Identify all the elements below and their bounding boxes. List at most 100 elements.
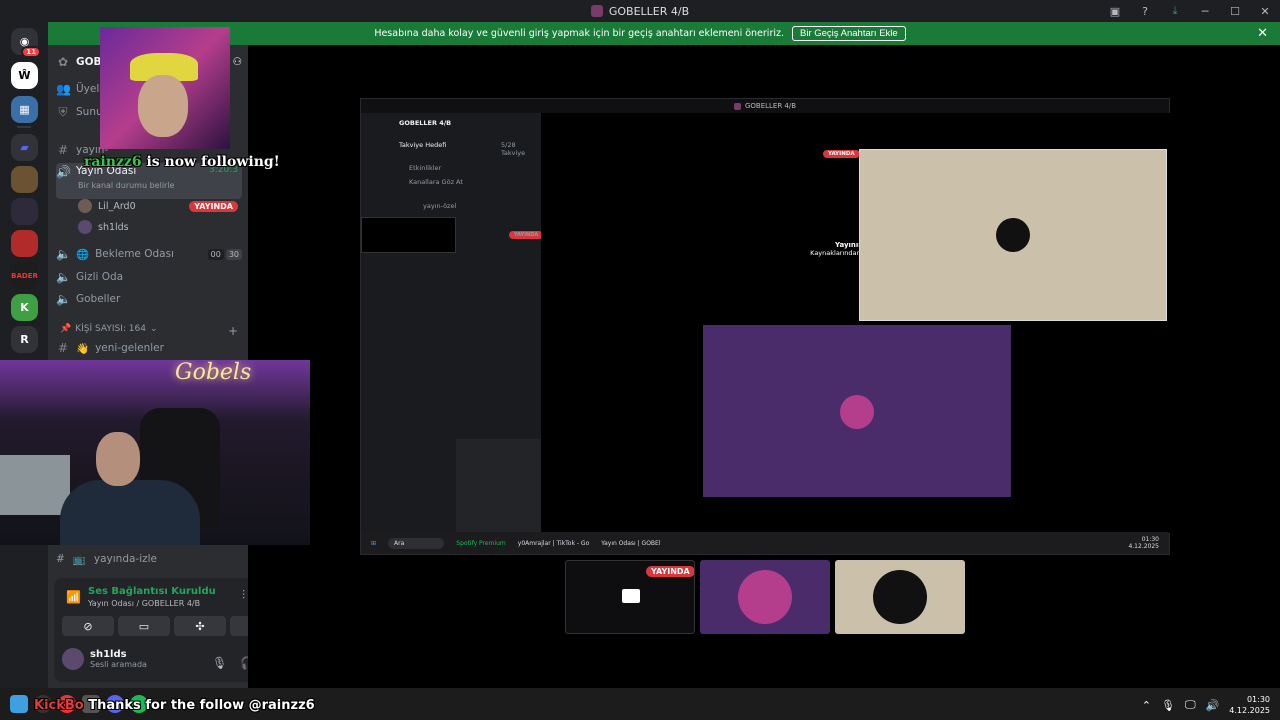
notice-message: Hesabına daha kolay ve güvenli giriş yap…	[374, 28, 784, 39]
locked-speaker-icon: 🔈	[56, 292, 71, 306]
users-icon: 👥	[56, 82, 71, 96]
server-icon	[733, 102, 741, 110]
channel-yeni-gelenler[interactable]: # 👋 yeni-gelenler	[56, 338, 242, 358]
server-folder[interactable]: ▦	[11, 96, 38, 123]
hash-icon: #	[57, 143, 69, 157]
pin-icon: 📌	[60, 324, 72, 334]
avatar	[78, 220, 92, 234]
noise-suppression-icon[interactable]: ⫶	[242, 588, 245, 603]
server-2[interactable]	[11, 166, 38, 193]
video-tile-2[interactable]	[703, 325, 1011, 497]
activities-button[interactable]: ✣	[174, 616, 226, 636]
signal-icon[interactable]: 📶	[66, 590, 81, 604]
thumbnail-screen[interactable]: YAYINDA	[565, 560, 695, 634]
folder-icon[interactable]: ▰	[11, 134, 38, 161]
voice-channel-gobeller[interactable]: 🔈 Gobeller	[56, 289, 242, 309]
shield-icon: ⛨	[58, 104, 68, 119]
kick-bot-label: KickBo	[34, 698, 84, 713]
avatar	[840, 395, 874, 429]
chevron-up-icon[interactable]: ⌃	[1142, 699, 1151, 712]
screen-share-icon[interactable]: ▣	[1100, 5, 1130, 18]
voice-room-label[interactable]: Yayın Odası / GOBELLER 4/B	[88, 599, 200, 608]
screen-share-button[interactable]: ▭	[118, 616, 170, 636]
username: sh1lds	[90, 649, 127, 660]
add-member-icon[interactable]: ⚇	[233, 56, 242, 68]
system-clock[interactable]: 01:30 4.12.2025	[1229, 694, 1270, 716]
user-panel[interactable]: sh1lds Sesli aramada	[62, 648, 147, 670]
mini-spotify: Spotify Premium	[456, 539, 506, 547]
server-r[interactable]: R	[11, 326, 38, 353]
close-button[interactable]: ✕	[1250, 5, 1280, 18]
user-limit-count: 30	[225, 248, 242, 260]
user-limit: 00 30	[207, 248, 242, 260]
notice-close-icon[interactable]: ✕	[1257, 26, 1268, 41]
neon-sign: Gobels	[175, 360, 252, 385]
avatar	[996, 218, 1030, 252]
mini-date: 4.12.2025	[1128, 543, 1159, 550]
avatar	[62, 648, 84, 670]
stream-thumbnails: YAYINDA	[565, 560, 965, 634]
help-icon[interactable]: ?	[1130, 5, 1160, 18]
dm-badge: 11	[21, 46, 41, 58]
server-5[interactable]: BADER	[11, 262, 38, 289]
video-tile-1[interactable]	[859, 149, 1167, 321]
add-channel-icon[interactable]: +	[228, 324, 238, 338]
webcam-overlay-room: Gobels	[0, 360, 310, 545]
locked-speaker-icon: 🔈	[56, 270, 71, 284]
server-gobeller[interactable]: Ŵ	[11, 62, 38, 89]
member-row[interactable]: sh1lds	[78, 218, 238, 236]
server-3[interactable]	[11, 198, 38, 225]
thumbnail-camera[interactable]	[700, 560, 830, 634]
avatar	[738, 570, 792, 624]
member-row[interactable]: Lil_Ard0 YAYINDA	[78, 197, 238, 215]
kick-label: Kick	[34, 698, 65, 713]
window-title: GOBELLER 4/B	[590, 4, 690, 18]
volume-icon[interactable]: 🔊	[1206, 699, 1220, 712]
mini-chrome: y0Amrajlar | TikTok - Go	[517, 539, 590, 547]
speaker-icon: 🔈	[56, 247, 71, 261]
voice-connected-label[interactable]: Ses Bağlantısı Kuruldu	[88, 586, 216, 597]
minimize-button[interactable]: ─	[1190, 5, 1220, 18]
channel-yayinda-izle[interactable]: # 📺 yayında-izle	[56, 553, 157, 566]
category-header[interactable]: 📌 KİŞİ SAYISI: 164 ⌄ +	[60, 324, 238, 338]
streamer-face	[138, 75, 188, 137]
mini-events: Etkinlikler	[409, 164, 442, 172]
mini-server-name: GOBELLER 4/B	[399, 119, 452, 127]
live-badge: YAYINDA	[646, 566, 694, 577]
download-icon[interactable]: ⤓	[1160, 4, 1190, 18]
globe-icon: 🌐	[76, 248, 90, 261]
mini-search: Ara	[388, 537, 445, 549]
member-name: Lil_Ard0	[98, 200, 136, 212]
server-badge-icon: ✿	[57, 55, 69, 69]
webcam-overlay-face	[100, 27, 230, 149]
channel-status[interactable]: Bir kanal durumu belirle	[78, 181, 174, 190]
microphone-icon[interactable]: 🎙	[1161, 699, 1175, 712]
network-icon[interactable]: 🖵	[1185, 698, 1196, 712]
mini-window-title: GOBELLER 4/B	[744, 102, 797, 110]
voice-channel-bekleme[interactable]: 🔈 🌐 Bekleme Odası 00 30	[56, 244, 242, 264]
server-4[interactable]	[11, 230, 38, 257]
mini-popup	[361, 217, 456, 253]
camera-off-button[interactable]: ⊘	[62, 616, 114, 636]
title-bar: GOBELLER 4/B ▣ ? ⤓ ─ ☐ ✕	[0, 0, 1280, 22]
mini-live-badge: YAYINDA	[509, 231, 544, 239]
server-icon	[590, 5, 603, 17]
mini-goal-count: 5/28 Takviye	[501, 141, 526, 157]
discord-home-icon[interactable]: ◉ 11	[11, 28, 41, 58]
maximize-button[interactable]: ☐	[1220, 5, 1250, 18]
window-title-text: GOBELLER 4/B	[608, 4, 690, 18]
microphone-icon[interactable]: 🎙	[212, 656, 227, 670]
clock-time: 01:30	[1246, 695, 1270, 704]
voice-channel-gizli[interactable]: 🔈 Gizli Oda	[56, 267, 242, 287]
mini-goal: Takviye Hedefi	[399, 141, 447, 149]
thanks-alert: KickBo Thanks for the follow @rainzz6	[34, 698, 315, 713]
thumbnail-user[interactable]	[835, 560, 965, 634]
member-name: sh1lds	[98, 221, 129, 233]
wave-icon: 👋	[76, 342, 90, 355]
add-passkey-button[interactable]: Bir Geçiş Anahtarı Ekle	[792, 26, 906, 41]
mini-taskbar: ⊞ Ara Spotify Premium y0Amrajlar | TikTo…	[361, 532, 1169, 554]
windows-start-icon[interactable]	[10, 695, 28, 713]
tv-icon: 📺	[72, 554, 86, 566]
server-kick[interactable]: K	[11, 294, 38, 321]
shared-screen[interactable]: GOBELLER 4/B GOBELLER 4/B Takviye Hedefi…	[360, 98, 1171, 555]
